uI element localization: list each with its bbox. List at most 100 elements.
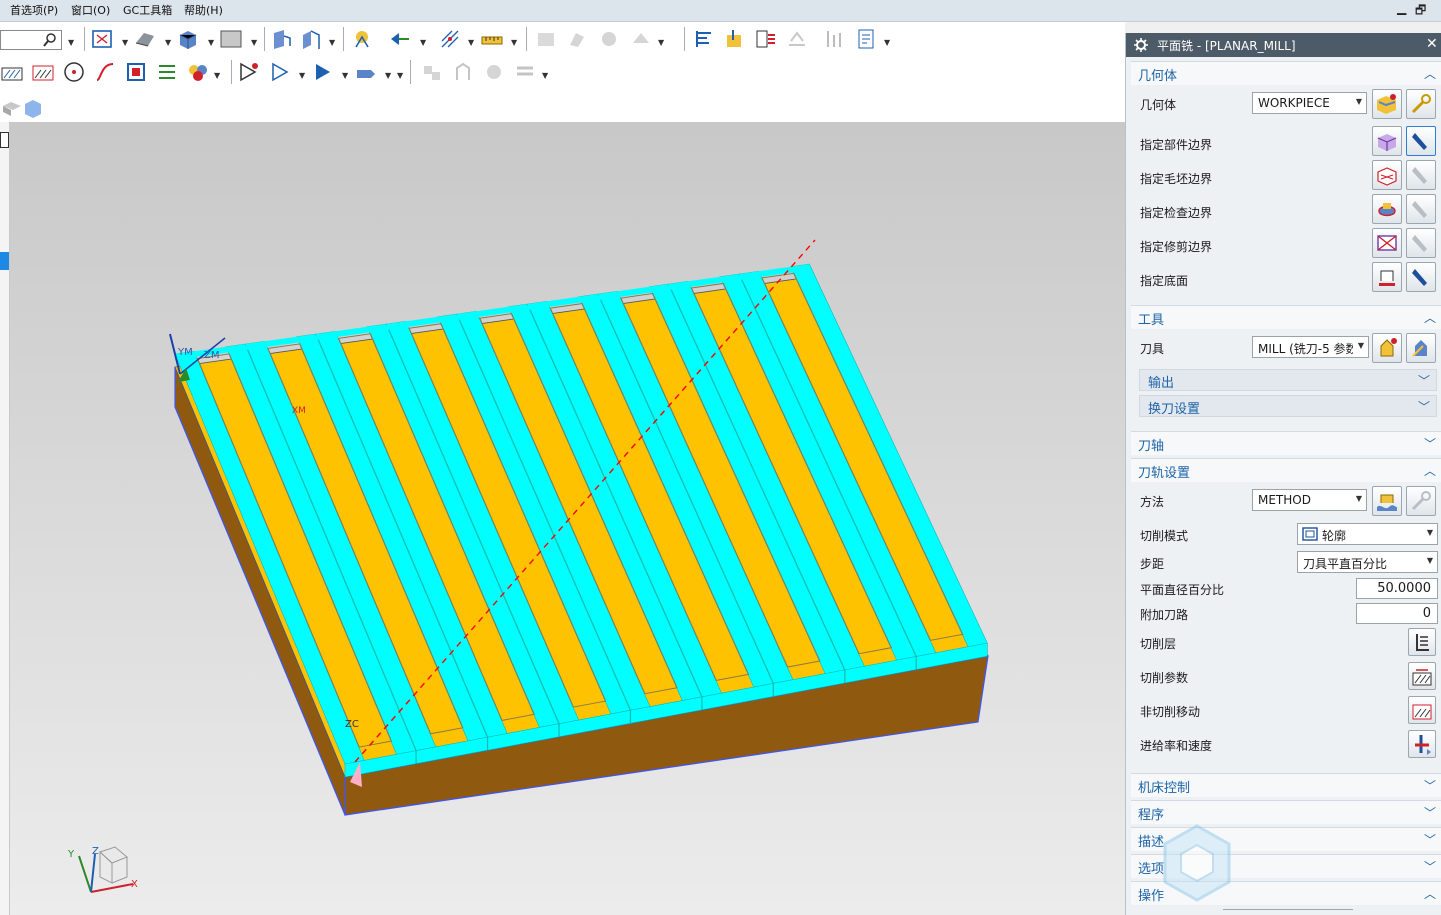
menu-help[interactable]: 帮助(H): [184, 2, 223, 18]
subsection-tool-change[interactable]: 换刀设置 ﹀: [1139, 395, 1437, 417]
new-method-button[interactable]: [1372, 486, 1402, 516]
section-path-settings[interactable]: 刀轨设置 ︿: [1131, 458, 1441, 482]
additional-passes-label: 附加刀路: [1140, 608, 1189, 622]
create-method-icon[interactable]: [355, 60, 379, 84]
cut-region-icon[interactable]: [31, 60, 55, 84]
disabled-tool-icon: [597, 27, 621, 51]
grid-snap-icon[interactable]: [438, 27, 462, 51]
dropdown-icon[interactable]: ▼: [214, 71, 220, 80]
create-program-icon[interactable]: [269, 60, 293, 84]
dropdown-icon[interactable]: ▼: [329, 38, 335, 47]
subsection-output[interactable]: 输出 ﹀: [1139, 369, 1437, 391]
snap-icon[interactable]: [350, 27, 374, 51]
layer-icon[interactable]: [155, 60, 179, 84]
additional-passes-input[interactable]: 0: [1356, 603, 1438, 624]
dropdown-icon[interactable]: ▼: [397, 71, 403, 80]
floor-button[interactable]: [1372, 262, 1402, 292]
fit-view-icon[interactable]: [90, 27, 114, 51]
gear-icon[interactable]: [1134, 38, 1148, 52]
section-machine-control[interactable]: 机床控制 ﹀: [1131, 773, 1441, 797]
toolbar-area: ▼ ▼ ▼ ▼ ▼ ▼ ▼ ▼ ▼ ▼ ▼ ▼ ▼ ▼ ▼ ▼ ▼: [0, 22, 1125, 122]
close-button[interactable]: ✕: [1426, 36, 1438, 52]
dropdown-icon[interactable]: ▼: [542, 71, 548, 80]
orient-view-icon[interactable]: [299, 27, 323, 51]
display-trim-boundary-button[interactable]: [1406, 228, 1436, 258]
menu-gc-toolbox[interactable]: GC工具箱: [123, 2, 172, 18]
solid-view-icon[interactable]: [176, 27, 200, 51]
measure-icon[interactable]: [480, 27, 504, 51]
cut-levels-button[interactable]: [1408, 628, 1436, 656]
display-check-boundary-button[interactable]: [1406, 194, 1436, 224]
non-cutting-moves-label: 非切削移动: [1140, 705, 1201, 719]
toolbar-row-2: ▼ ▼ ▼ ▼ ▼ ▼: [0, 57, 560, 87]
section-program[interactable]: 程序 ﹀: [1131, 800, 1441, 824]
generate-icon[interactable]: [723, 27, 747, 51]
dropdown-icon[interactable]: ▼: [299, 71, 305, 80]
workpiece-icon[interactable]: [22, 96, 46, 120]
part-icon[interactable]: [0, 96, 24, 120]
command-search-input[interactable]: [0, 30, 62, 50]
part-boundary-button[interactable]: [1372, 126, 1402, 156]
check-boundary-button[interactable]: [1372, 194, 1402, 224]
create-operation-icon[interactable]: [237, 60, 261, 84]
list-tool-icon[interactable]: [692, 27, 716, 51]
dropdown-icon[interactable]: ▼: [511, 38, 517, 47]
graphics-viewport[interactable]: X Y Z YM ZM XM ZC: [10, 122, 1125, 915]
clip-section-icon[interactable]: [269, 27, 293, 51]
section-tool-axis[interactable]: 刀轴 ﹀: [1131, 431, 1441, 455]
part-boundary-label: 指定部件边界: [1140, 138, 1213, 152]
color-palette-icon[interactable]: [186, 60, 210, 84]
geometry-select[interactable]: WORKPIECE ▼: [1252, 92, 1367, 114]
dropdown-icon[interactable]: ▼: [165, 38, 171, 47]
dropdown-icon[interactable]: ▼: [884, 38, 890, 47]
boundary-icon[interactable]: [124, 60, 148, 84]
edit-tool-button[interactable]: [1406, 333, 1436, 363]
non-cutting-moves-button[interactable]: [1408, 696, 1436, 724]
resource-tab[interactable]: [0, 132, 9, 148]
display-part-boundary-button[interactable]: [1406, 126, 1436, 156]
restore-button[interactable]: 🗗: [1415, 1, 1426, 22]
select-filter-icon[interactable]: [388, 27, 412, 51]
dropdown-icon[interactable]: ▼: [420, 38, 426, 47]
postprocess-icon[interactable]: [754, 27, 778, 51]
search-dropdown-icon[interactable]: ▼: [68, 38, 74, 47]
display-blank-boundary-button[interactable]: [1406, 160, 1436, 190]
dropdown-icon[interactable]: ▼: [342, 71, 348, 80]
edit-method-button[interactable]: [1406, 486, 1436, 516]
cut-parameters-button[interactable]: [1408, 662, 1436, 690]
method-select[interactable]: METHOD ▼: [1252, 489, 1367, 511]
curve-icon[interactable]: [93, 60, 117, 84]
menu-preferences[interactable]: 首选项(P): [10, 2, 58, 18]
resource-tab-active[interactable]: [0, 252, 9, 270]
blank-boundary-button[interactable]: [1372, 160, 1402, 190]
subsection-label: 输出: [1148, 376, 1175, 391]
dropdown-icon[interactable]: ▼: [122, 38, 128, 47]
tool-select[interactable]: MILL (铣刀-5 参数 ▼: [1252, 336, 1369, 358]
section-label: 工具: [1138, 313, 1165, 328]
stepover-select[interactable]: 刀具平直百分比 ▼: [1297, 551, 1438, 573]
background-color-icon[interactable]: [219, 27, 243, 51]
planar-diameter-percent-input[interactable]: 50.0000: [1356, 578, 1438, 599]
cut-pattern-select[interactable]: 轮廓 ▼: [1297, 523, 1438, 545]
trim-boundary-button[interactable]: [1372, 228, 1402, 258]
point-icon[interactable]: [62, 60, 86, 84]
feeds-speeds-button[interactable]: [1408, 730, 1436, 758]
dropdown-icon[interactable]: ▼: [251, 38, 257, 47]
minimize-button[interactable]: ▁: [1397, 1, 1406, 15]
edit-geometry-button[interactable]: [1406, 89, 1436, 119]
dropdown-icon[interactable]: ▼: [385, 71, 391, 80]
dropdown-icon[interactable]: ▼: [468, 38, 474, 47]
dropdown-icon[interactable]: ▼: [658, 38, 664, 47]
dropdown-icon[interactable]: ▼: [208, 38, 214, 47]
new-geometry-button[interactable]: [1372, 89, 1402, 119]
create-tool-icon[interactable]: [312, 60, 336, 84]
section-tool[interactable]: 工具 ︿: [1131, 305, 1441, 329]
shading-icon[interactable]: [133, 27, 157, 51]
section-geometry[interactable]: 几何体 ︿: [1131, 61, 1441, 85]
menu-window[interactable]: 窗口(O): [71, 2, 110, 18]
new-tool-button[interactable]: [1372, 333, 1402, 363]
cut-area-icon[interactable]: [0, 60, 24, 84]
zc-label: ZC: [345, 719, 359, 730]
shop-doc-icon[interactable]: [854, 27, 878, 51]
display-floor-button[interactable]: [1406, 262, 1436, 292]
